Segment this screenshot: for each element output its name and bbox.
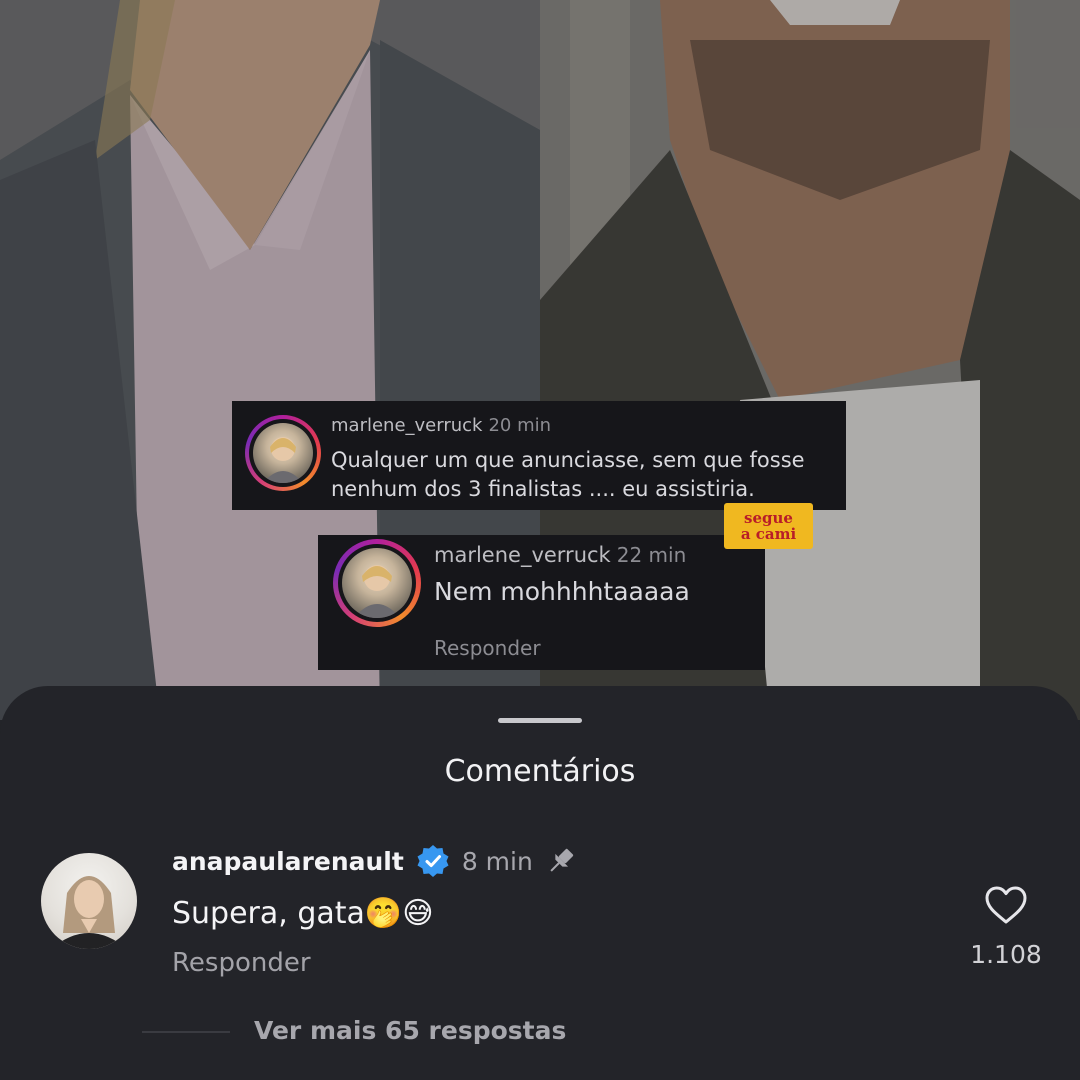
comment-text: Qualquer um que anunciasse, sem que foss…	[331, 446, 805, 504]
comment-body: Supera, gata🤭😅	[172, 896, 434, 931]
overlay-comment-header: marlene_verruck 20 min	[331, 415, 551, 436]
comment-text: Nem mohhhhtaaaaa	[434, 577, 690, 606]
view-more-replies-button[interactable]: Ver mais 65 respostas	[254, 1016, 566, 1045]
reply-button[interactable]: Responder	[434, 636, 541, 660]
commenter-username[interactable]: anapaularenault	[172, 847, 404, 876]
comments-sheet: Comentários anapaularenault 8 min Supera…	[0, 686, 1080, 1080]
commenter-avatar[interactable]	[41, 853, 137, 949]
verified-badge-icon	[417, 845, 449, 877]
reply-button[interactable]: Responder	[172, 948, 311, 978]
sheet-title: Comentários	[444, 754, 636, 789]
avatar-face-icon	[263, 437, 303, 483]
comment-text-line-2: nenhum dos 3 finalistas .... eu assistir…	[331, 477, 755, 501]
username[interactable]: marlene_verruck	[434, 543, 611, 567]
drag-handle[interactable]	[498, 718, 582, 723]
avatar	[253, 423, 313, 483]
comment-timestamp: 8 min	[461, 846, 533, 876]
avatar	[342, 548, 412, 618]
sticker-logo: segue a cami	[724, 503, 813, 549]
overlay-comment-card-2: marlene_verruck 22 min Nem mohhhhtaaaaa R…	[318, 535, 765, 670]
replies-divider	[142, 1031, 230, 1033]
sticker-line-2: a cami	[740, 525, 797, 543]
heart-outline-icon[interactable]	[984, 885, 1028, 925]
username[interactable]: marlene_verruck	[331, 415, 482, 436]
timestamp: 20 min	[488, 415, 552, 436]
overlay-comment-card-1: marlene_verruck 20 min Qualquer um que an…	[232, 401, 846, 510]
overlay-comment-header: marlene_verruck 22 min	[434, 543, 686, 567]
comment-text-line-1: Qualquer um que anunciasse, sem que foss…	[331, 448, 805, 472]
like-count: 1.108	[970, 940, 1042, 969]
avatar-face-icon	[51, 876, 127, 949]
timestamp: 22 min	[616, 543, 687, 567]
sticker-line-1: segue	[744, 509, 793, 527]
avatar-face-icon	[354, 565, 400, 618]
comment-header: anapaularenault 8 min	[172, 844, 577, 878]
pin-icon	[550, 848, 573, 872]
